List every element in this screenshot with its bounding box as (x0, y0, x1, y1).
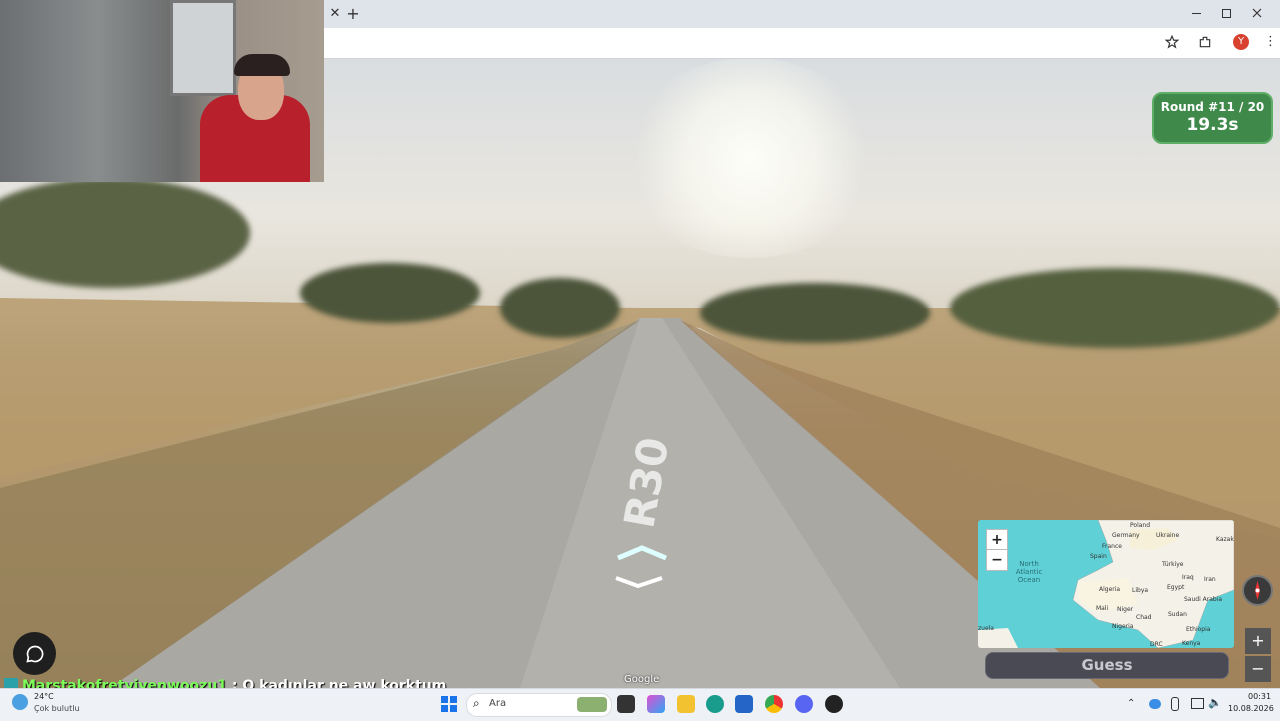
map-label: Iraq (1182, 574, 1194, 581)
map-label: France (1102, 543, 1122, 550)
bush (950, 268, 1280, 348)
chat-button[interactable] (13, 632, 56, 675)
discord-icon[interactable] (795, 695, 813, 713)
map-label: Kazak (1216, 536, 1234, 543)
onedrive-icon[interactable] (1149, 699, 1161, 709)
window-frame (170, 0, 236, 96)
map-label: Nigeria (1112, 623, 1134, 630)
map-label: Kenya (1182, 640, 1201, 647)
menu-kebab-icon[interactable]: ⋮ (1264, 34, 1277, 49)
map-label: Saudi Arabia (1184, 596, 1223, 603)
obs-icon[interactable] (825, 695, 843, 713)
webcam-overlay (0, 0, 324, 182)
map-label: Egypt (1167, 584, 1185, 591)
side-zoom-in-button[interactable]: + (1245, 628, 1271, 654)
map-label: Poland (1130, 522, 1151, 529)
network-icon[interactable] (1191, 698, 1204, 709)
search-placeholder: Ara (489, 698, 507, 709)
round-counter: Round #11 / 20 (1160, 100, 1265, 114)
map-label: zuela (978, 625, 994, 632)
round-timer-badge: Round #11 / 20 19.3s (1152, 92, 1273, 144)
map-label-ocean: North Atlantic Ocean (1015, 560, 1043, 584)
map-label: Sudan (1168, 611, 1187, 618)
edge-icon[interactable] (706, 695, 724, 713)
taskbar (0, 688, 1280, 721)
chat-bubble-icon (26, 645, 44, 663)
restore-icon[interactable] (1222, 9, 1231, 18)
map-label: Mali (1096, 605, 1109, 612)
google-watermark: Google (624, 674, 660, 685)
weather-icon[interactable] (12, 694, 28, 710)
tray-chevron-icon[interactable]: ⌃ (1127, 698, 1135, 709)
map-label: Germany (1112, 532, 1140, 539)
map-label: Chad (1136, 614, 1152, 621)
bush (700, 283, 930, 343)
clock-date[interactable]: 10.08.2026 (1228, 704, 1274, 713)
search-highlight-image (577, 697, 607, 712)
side-zoom-out-button[interactable]: − (1245, 656, 1271, 682)
map-label: Türkiye (1162, 561, 1184, 568)
person-hair (234, 54, 290, 76)
chrome-icon[interactable] (765, 695, 783, 713)
bush (500, 278, 620, 338)
guess-button[interactable]: Guess (985, 652, 1229, 679)
extensions-icon[interactable] (1198, 35, 1212, 49)
new-tab-button[interactable]: + (342, 0, 364, 28)
browser-toolbar: Y ⋮ (324, 28, 1280, 59)
close-window-icon[interactable] (1252, 8, 1262, 18)
map-label: DRC (1150, 641, 1163, 648)
bush (300, 263, 480, 323)
map-zoom-out-button[interactable]: − (986, 549, 1008, 571)
volume-icon[interactable]: 🔈 (1208, 696, 1222, 709)
bookmark-star-icon[interactable] (1165, 35, 1179, 49)
map-label: Iran (1204, 576, 1216, 583)
round-timer: 19.3s (1186, 115, 1239, 135)
taskbar-search[interactable]: ⌕ Ara (466, 693, 612, 717)
minimize-icon[interactable] (1192, 13, 1201, 14)
search-icon: ⌕ (473, 696, 480, 710)
tab-bar: ✕ + (324, 0, 1280, 28)
weather-temp[interactable]: 24°C (34, 692, 54, 701)
task-view-icon[interactable] (617, 695, 635, 713)
clock-time[interactable]: 00:31 (1248, 692, 1271, 701)
profile-avatar[interactable]: Y (1233, 34, 1249, 50)
move-arrows[interactable] (612, 544, 672, 588)
map-label: Ethiopia (1186, 626, 1211, 633)
microphone-icon[interactable] (1171, 697, 1179, 711)
map-zoom-in-button[interactable]: + (986, 529, 1008, 551)
map-label: Algeria (1099, 586, 1121, 593)
map-label: Spain (1090, 553, 1107, 560)
map-label: Niger (1117, 606, 1134, 613)
map-label: Ukraine (1156, 532, 1180, 539)
file-explorer-icon[interactable] (677, 695, 695, 713)
copilot-icon[interactable] (647, 695, 665, 713)
compass-icon[interactable] (1242, 575, 1273, 606)
guess-map[interactable]: Poland Germany Ukraine Kazak France Spai… (978, 520, 1234, 648)
map-label: Libya (1132, 587, 1149, 594)
weather-desc[interactable]: Çok bulutlu (34, 704, 80, 713)
windows-start-icon[interactable] (441, 696, 457, 712)
store-icon[interactable] (735, 695, 753, 713)
